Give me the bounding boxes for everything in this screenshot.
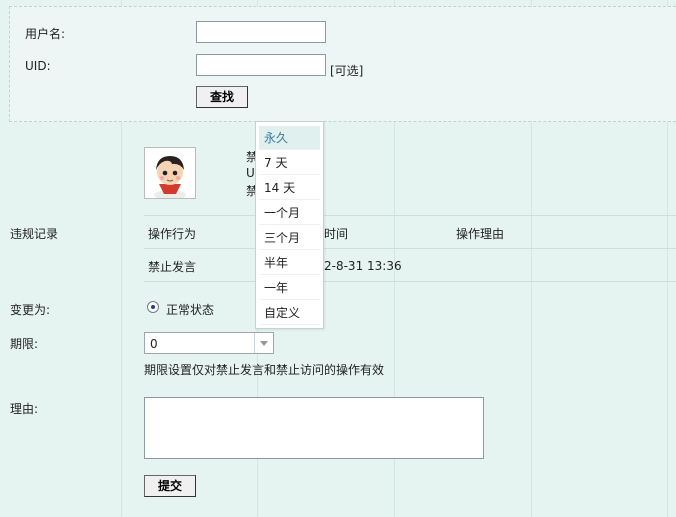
table-divider	[144, 215, 676, 216]
period-option-1-month[interactable]: 一个月	[259, 201, 320, 225]
period-option-permanent[interactable]: 永久	[259, 126, 320, 150]
member-name-text: 禁	[246, 150, 255, 164]
reason-label: 理由:	[10, 402, 39, 416]
period-hint: 期限设置仅对禁止发言和禁止访问的操作有效	[144, 363, 385, 377]
username-input[interactable]	[196, 21, 326, 43]
period-dropdown-list: 永久 7 天 14 天 一个月 三个月 半年 一年 自定义	[255, 121, 324, 329]
period-option-1-year[interactable]: 一年	[259, 276, 320, 300]
avatar-image	[145, 148, 195, 198]
period-option-custom[interactable]: 自定义	[259, 301, 320, 325]
submit-button[interactable]: 提交	[144, 475, 196, 497]
period-option-3-months[interactable]: 三个月	[259, 226, 320, 250]
uid-input[interactable]	[196, 54, 326, 76]
username-label: 用户名:	[25, 27, 66, 41]
column-header-action: 操作行为	[148, 227, 197, 241]
record-action: 禁止发言	[148, 260, 197, 274]
column-header-time: 时间	[324, 227, 349, 241]
find-button[interactable]: 查找	[196, 86, 248, 108]
period-option-half-year[interactable]: 半年	[259, 251, 320, 275]
chevron-down-icon[interactable]	[254, 333, 273, 353]
period-label: 期限:	[10, 337, 39, 351]
record-time: 2-8-31 13:36	[324, 259, 402, 273]
period-option-14-days[interactable]: 14 天	[259, 176, 320, 200]
reason-input[interactable]	[144, 397, 484, 459]
period-select[interactable]: 0	[144, 332, 274, 354]
column-header-reason: 操作理由	[456, 227, 505, 241]
avatar	[144, 147, 196, 199]
period-select-value: 0	[150, 337, 158, 351]
normal-status-radio[interactable]	[147, 301, 159, 313]
change-label: 变更为:	[10, 303, 51, 317]
member-status-text: 禁	[246, 184, 255, 198]
uid-label: UID:	[25, 59, 51, 73]
normal-status-label[interactable]: 正常状态	[166, 301, 214, 318]
optional-hint: [可选]	[330, 64, 364, 78]
records-label: 违规记录	[10, 227, 59, 241]
period-option-7-days[interactable]: 7 天	[259, 151, 320, 175]
member-uid-text: U	[246, 166, 255, 180]
table-divider	[144, 248, 676, 249]
table-divider	[144, 281, 676, 282]
